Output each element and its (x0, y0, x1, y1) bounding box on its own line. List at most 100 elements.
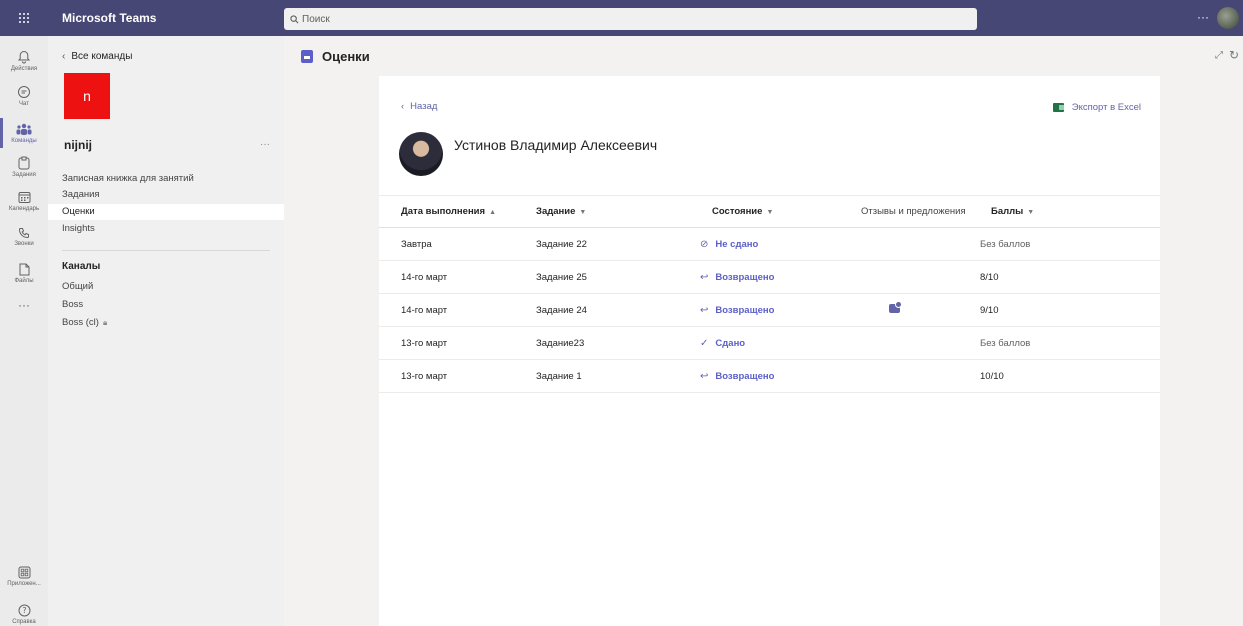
chevron-left-icon: ‹ (401, 101, 405, 112)
rail-label: Действия (10, 66, 38, 72)
table-header: Дата выполнения ▲ Задание ▼ Состояние ▼ Отз… (379, 195, 1160, 228)
rail-label: Календарь (8, 205, 40, 212)
rail-label: Файлы (14, 277, 34, 284)
user-avatar[interactable] (1217, 7, 1239, 29)
table-row[interactable]: 14-го март Задание 25 ↩ Возвращено 8/10 (379, 261, 1160, 294)
assignments-app-icon (301, 49, 313, 63)
status: ↩ Возвращено (700, 305, 774, 316)
more-apps-icon[interactable]: ··· (0, 298, 48, 312)
refresh-icon[interactable]: ↻ (1229, 48, 1239, 62)
chevron-left-icon: ‹ (62, 51, 66, 62)
back-label: Назад (410, 101, 438, 112)
status: ✓ Сдано (700, 338, 745, 349)
rail-help[interactable]: ? Справка (0, 604, 48, 625)
grades-card: ‹ Назад Экспорт в Excel Устинов Владимир … (379, 76, 1160, 626)
rail-label: Звонки (14, 241, 34, 247)
status-label: Возвращено (715, 272, 775, 283)
returned-icon: ↩ (700, 371, 709, 382)
rail-apps[interactable]: Приложен... (0, 566, 48, 587)
app-launcher-icon[interactable] (0, 0, 48, 36)
calendar-icon (18, 191, 30, 203)
channel-boss[interactable]: Boss (48, 297, 284, 313)
submitted-icon: ✓ (700, 338, 709, 349)
status: ↩ Возвращено (700, 371, 774, 382)
due-date: Завтра (401, 239, 432, 250)
content-header: Оценки ⤢ ↻ (284, 36, 1243, 76)
nav-notebook[interactable]: Записная книжка для занятий (48, 171, 284, 187)
column-status[interactable]: Состояние ▼ (712, 206, 773, 217)
returned-icon: ↩ (700, 272, 709, 283)
search-input[interactable]: Поиск (284, 8, 977, 30)
expand-icon[interactable]: ⤢ (1215, 50, 1223, 61)
rail-files[interactable]: Файлы (0, 252, 48, 294)
feedback-icon[interactable] (889, 301, 902, 313)
assignment-name: Задание 1 (536, 371, 582, 382)
all-teams-link[interactable]: ‹ Все команды (62, 51, 132, 62)
column-points[interactable]: Баллы ▼ (991, 206, 1034, 217)
sort-desc-icon: ▼ (1027, 209, 1035, 216)
rail-label: Справка (12, 619, 36, 625)
column-due[interactable]: Дата выполнения ▲ (401, 206, 496, 217)
phone-icon (18, 228, 29, 239)
assignment-name: Задание 25 (536, 272, 587, 283)
nav-insights[interactable]: Insights (48, 221, 284, 237)
rail-label: Приложен... (7, 581, 41, 587)
table-row[interactable]: 13-го март Задание 1 ↩ Возвращено 10/10 (379, 360, 1160, 393)
assignment-name: Задание 22 (536, 239, 587, 250)
rail-label: Задания (12, 172, 36, 178)
more-options-icon[interactable]: ··· (1197, 10, 1209, 24)
all-teams-label: Все команды (71, 51, 133, 62)
rail-label: Команды (11, 137, 37, 144)
nav-grades[interactable]: Оценки (48, 204, 284, 220)
column-label: Задание (536, 206, 576, 217)
back-link[interactable]: ‹ Назад (401, 101, 437, 112)
student-avatar (399, 132, 443, 176)
returned-icon: ↩ (700, 305, 709, 316)
sort-desc-icon: ▼ (766, 209, 774, 216)
help-icon: ? (18, 604, 30, 617)
table-row[interactable]: Завтра Задание 22 ⊘ Не сдано Без баллов (379, 228, 1160, 261)
lock-icon: 🔒︎ (102, 318, 108, 327)
team-avatar: n (64, 73, 110, 119)
team-more-icon[interactable]: ··· (260, 139, 270, 150)
points: 10/10 (980, 371, 1004, 382)
column-assignment[interactable]: Задание ▼ (536, 206, 586, 217)
status-label: Возвращено (715, 305, 775, 316)
team-panel: ‹ Все команды n nijnij ··· Записная книжк… (48, 36, 284, 626)
points: Без баллов (980, 239, 1031, 250)
points: Без баллов (980, 338, 1031, 349)
app-rail: Действия Чат Команды Задания Календарь З… (0, 36, 48, 626)
assignment-name: Задание23 (536, 338, 585, 349)
channel-general[interactable]: Общий (48, 279, 284, 295)
export-excel-button[interactable]: Экспорт в Excel (1052, 102, 1141, 113)
rail-chat[interactable]: Чат (0, 75, 48, 117)
table-row[interactable]: 13-го март Задание23 ✓ Сдано Без баллов (379, 327, 1160, 360)
status-label: Не сдано (715, 239, 759, 250)
app-title: Microsoft Teams (62, 11, 157, 25)
status-label: Сдано (715, 338, 746, 349)
points: 9/10 (980, 305, 999, 316)
divider (62, 250, 270, 251)
chat-icon (18, 86, 30, 98)
due-date: 14-го март (401, 272, 448, 283)
due-date: 13-го март (401, 338, 448, 349)
status: ↩ Возвращено (700, 272, 774, 283)
table-row[interactable]: 14-го март Задание 24 ↩ Возвращено 9/10 (379, 294, 1160, 327)
file-icon (19, 263, 29, 275)
sort-desc-icon: ▼ (579, 209, 587, 216)
page-title: Оценки (322, 48, 370, 64)
rail-label: Чат (19, 101, 29, 107)
channel-label: Boss (cl) (62, 317, 99, 328)
not-submitted-icon: ⊘ (700, 239, 709, 250)
status-label: Возвращено (715, 371, 775, 382)
due-date: 13-го март (401, 371, 448, 382)
grades-table: Дата выполнения ▲ Задание ▼ Состояние ▼ Отз… (379, 195, 1160, 393)
apps-icon (18, 566, 30, 579)
assignments-icon (18, 156, 30, 170)
nav-assignments[interactable]: Задания (48, 187, 284, 203)
search-icon (290, 14, 299, 23)
channel-boss-private[interactable]: Boss (cl) 🔒︎ (48, 315, 284, 331)
bell-icon (17, 50, 31, 64)
student-name: Устинов Владимир Алексеевич (454, 137, 658, 153)
column-label: Состояние (712, 206, 763, 217)
